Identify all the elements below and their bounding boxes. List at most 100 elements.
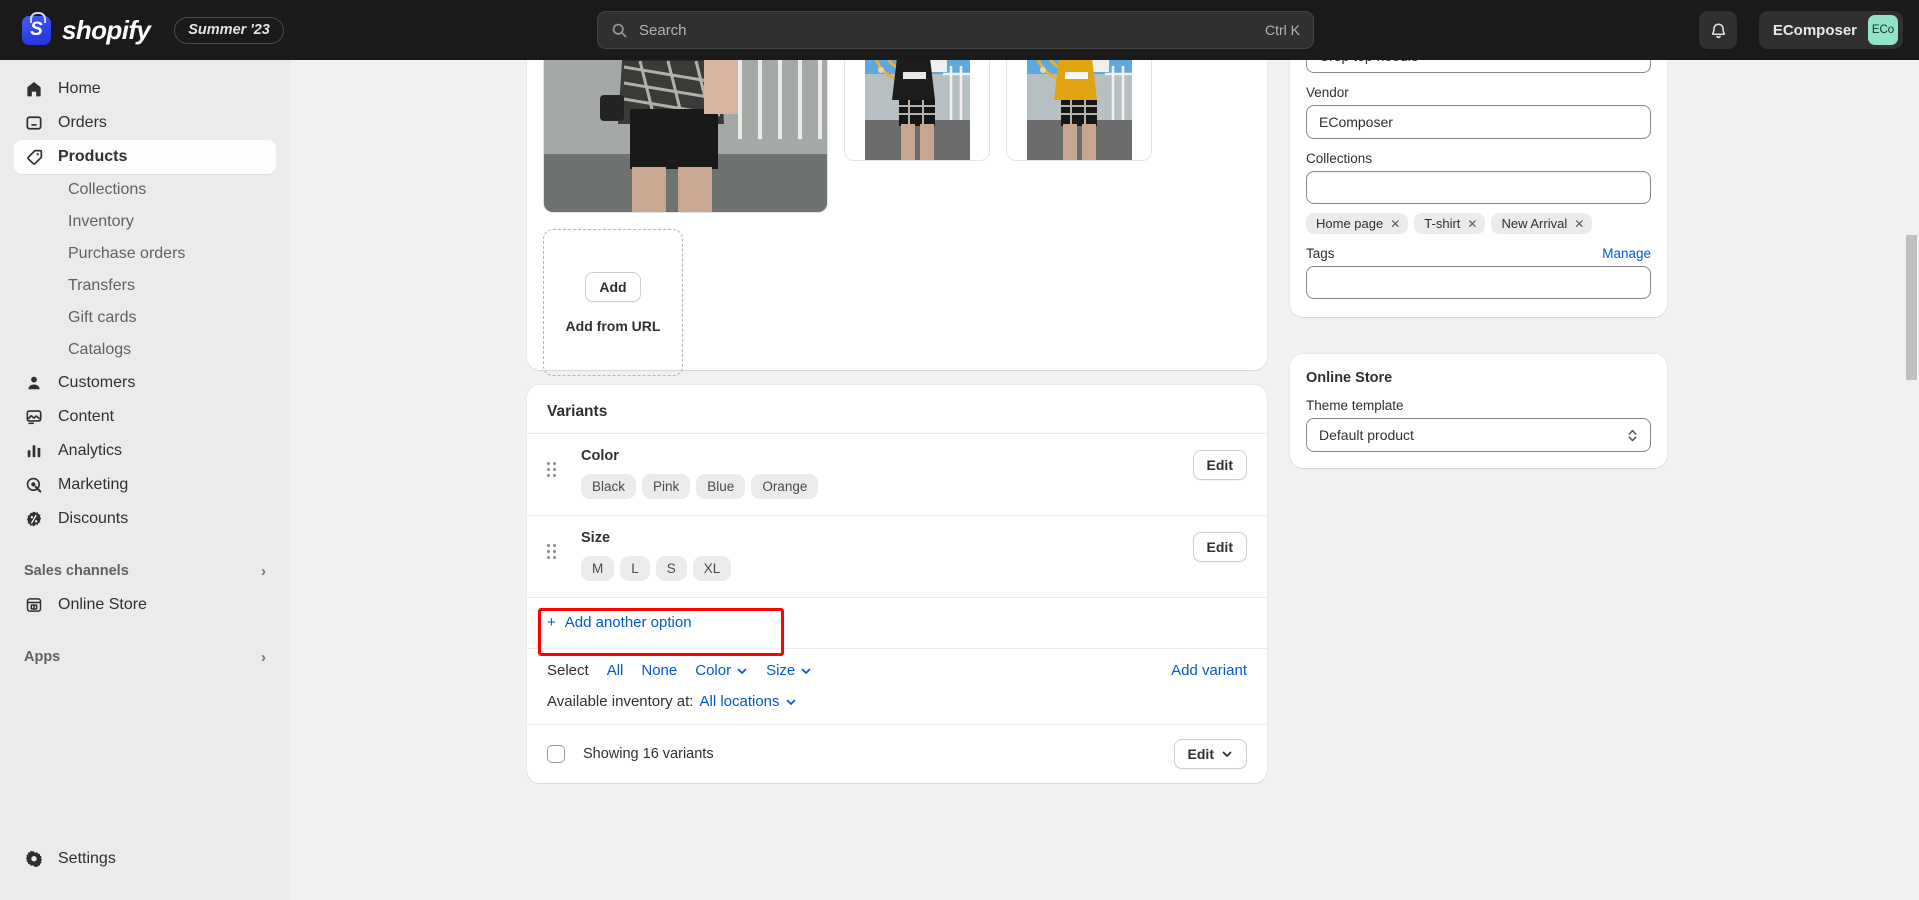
sidebar-item-orders[interactable]: Orders [14,106,276,140]
sidebar-item-home[interactable]: Home [14,72,276,106]
chevron-down-icon [786,699,795,705]
season-badge: Summer '23 [174,16,284,44]
tags-label: Tags [1306,246,1335,261]
sidebar-item-transfers[interactable]: Transfers [14,270,276,302]
drag-handle-icon[interactable] [547,542,559,560]
variants-title: Variants [547,403,608,420]
page-scrollbar-track[interactable] [1904,120,1919,900]
sidebar-item-label: Home [58,80,101,97]
chevron-down-icon [737,668,747,674]
sidebar: Home Orders Products Collections Invento… [0,60,290,900]
sidebar-item-discounts[interactable]: Discounts [14,502,276,536]
sidebar-item-label: Settings [58,850,116,867]
sidebar-item-catalogs[interactable]: Catalogs [14,334,276,366]
add-media-button[interactable]: Add [585,271,641,302]
search-input[interactable]: Search Ctrl K [597,11,1314,49]
orders-inbox-icon [24,113,44,133]
search-shortcut: Ctrl K [1265,22,1300,38]
user-menu-button[interactable]: EComposer ECo [1758,11,1903,49]
sidebar-item-customers[interactable]: Customers [14,366,276,400]
analytics-bars-icon [24,441,44,461]
search-placeholder: Search [639,21,687,39]
sidebar-item-settings[interactable]: Settings [14,842,276,876]
user-name: EComposer [1772,21,1857,39]
sidebar-item-label: Online Store [58,596,147,613]
sidebar-subitem-label: Collections [68,181,147,198]
sidebar-item-purchase-orders[interactable]: Purchase orders [14,238,276,270]
remove-tag-icon[interactable]: ✕ [1390,217,1400,231]
filter-size-dropdown[interactable]: Size [766,662,812,679]
sidebar-item-gift-cards[interactable]: Gift cards [14,302,276,334]
top-bar: S shopify Summer '23 Search Ctrl K EComp… [0,0,1919,60]
edit-option-color-button[interactable]: Edit [1192,450,1247,480]
chevron-down-icon [801,668,811,674]
inventory-location-dropdown[interactable]: All locations [699,693,796,710]
sidebar-item-content[interactable]: Content [14,400,276,434]
shopify-brand[interactable]: S shopify Summer '23 [22,11,284,46]
option-value-chip: M [581,556,615,581]
select-none-link[interactable]: None [641,662,677,679]
option-value-chip: Orange [751,474,819,499]
select-all-variants-checkbox[interactable] [547,745,565,763]
option-value-chip: Blue [696,474,746,499]
vendor-value: EComposer [1319,114,1393,130]
remove-tag-icon[interactable]: ✕ [1467,217,1477,231]
option-value-chip: S [655,556,687,581]
edit-option-size-button[interactable]: Edit [1192,532,1247,562]
showing-variants-label: Showing 16 variants [583,746,714,762]
media-thumbnail-2[interactable] [844,60,990,161]
media-add-dropzone[interactable]: Add Add from URL [543,229,683,376]
chevron-right-icon: › [261,562,266,580]
sidebar-item-marketing[interactable]: Marketing [14,468,276,502]
theme-template-select[interactable]: Default product [1306,418,1651,452]
main-content: Add Add from URL Variants Color Black Pi… [290,60,1919,900]
option-value-chip: XL [692,556,732,581]
add-another-option-button[interactable]: + Add another option [547,614,692,631]
media-thumbnail-3[interactable] [1006,60,1152,161]
vendor-label: Vendor [1306,85,1349,100]
add-variant-button[interactable]: Add variant [1171,662,1247,679]
collection-tag-label: T-shirt [1424,216,1461,231]
sidebar-subitem-label: Inventory [68,213,134,230]
gear-icon [24,849,44,869]
sidebar-group-sales-channels[interactable]: Sales channels › [14,556,276,586]
filter-color-dropdown[interactable]: Color [695,662,748,679]
filter-color-label: Color [695,662,732,679]
product-organization-card: Shirts & Tops Product type Crop top hood… [1290,60,1667,317]
sidebar-item-analytics[interactable]: Analytics [14,434,276,468]
media-thumbnail-primary[interactable] [543,60,828,213]
sidebar-group-apps[interactable]: Apps › [14,642,276,672]
add-from-url-button[interactable]: Add from URL [566,318,661,334]
inventory-prefix-label: Available inventory at: [547,693,694,710]
bulk-edit-label: Edit [1187,746,1214,762]
option-value-chip: L [620,556,650,581]
sidebar-subitem-label: Gift cards [68,309,137,326]
manage-tags-link[interactable]: Manage [1602,246,1651,261]
product-type-field[interactable]: Crop top hoodie [1306,60,1651,73]
sidebar-item-label: Analytics [58,442,123,459]
bulk-edit-dropdown-button[interactable]: Edit [1173,739,1247,769]
sidebar-subitem-label: Purchase orders [68,245,186,262]
variant-option-color: Color Black Pink Blue Orange Edit [527,433,1267,515]
drag-handle-icon[interactable] [547,460,559,478]
collection-tag: New Arrival ✕ [1491,213,1593,234]
sidebar-item-inventory[interactable]: Inventory [14,206,276,238]
tags-input[interactable] [1306,266,1651,299]
remove-tag-icon[interactable]: ✕ [1574,217,1584,231]
variant-option-size: Size M L S XL Edit [527,515,1267,597]
collections-input[interactable] [1306,171,1651,204]
vendor-field[interactable]: EComposer [1306,105,1651,139]
sidebar-item-collections[interactable]: Collections [14,174,276,206]
sidebar-item-online-store[interactable]: Online Store [14,588,276,622]
collection-tag: Home page ✕ [1306,213,1409,234]
theme-template-value: Default product [1319,427,1414,443]
option-name: Size [581,530,611,546]
customer-person-icon [24,373,44,393]
select-chevrons-icon [1628,429,1637,441]
sidebar-item-products[interactable]: Products [14,140,276,174]
notifications-button[interactable] [1699,11,1737,49]
media-card: Add Add from URL [527,60,1267,376]
discount-percent-icon [24,509,44,529]
select-all-link[interactable]: All [607,662,624,679]
page-scrollbar-thumb[interactable] [1906,235,1917,380]
